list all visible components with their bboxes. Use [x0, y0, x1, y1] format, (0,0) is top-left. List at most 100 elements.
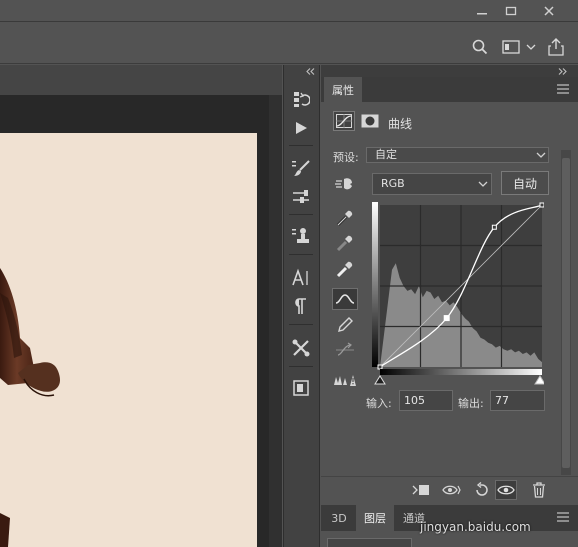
clip-to-layer-icon	[412, 485, 429, 495]
character-button[interactable]	[287, 267, 315, 289]
scrollbar-thumb[interactable]	[562, 158, 570, 468]
output-label: 输出:	[458, 397, 484, 410]
white-point-slider[interactable]	[534, 375, 546, 385]
panel-menu-button[interactable]	[556, 82, 570, 96]
history-button[interactable]	[287, 88, 315, 110]
input-label: 输入:	[366, 397, 392, 410]
hamburger-menu-icon	[557, 512, 569, 522]
paragraph-icon	[295, 298, 306, 314]
curves-adjustment-icon	[336, 114, 352, 128]
maximize-icon	[505, 6, 517, 15]
white-point-eyedropper[interactable]	[332, 258, 358, 280]
workspace-button[interactable]	[500, 37, 522, 57]
document-canvas[interactable]	[0, 133, 257, 547]
on-image-adjust-button[interactable]	[332, 173, 358, 195]
collapse-left-button[interactable]	[305, 66, 317, 76]
delete-icon	[533, 482, 545, 498]
curve-point-tool-icon	[335, 294, 355, 304]
preset-label: 预设:	[333, 151, 359, 164]
tools-button[interactable]	[287, 337, 315, 359]
view-previous-icon	[442, 485, 461, 495]
channel-dropdown[interactable]: RGB	[372, 173, 492, 195]
curve-control-point[interactable]	[491, 224, 497, 230]
delete-button[interactable]	[528, 480, 550, 500]
share-icon	[548, 38, 564, 56]
curves-graph[interactable]	[372, 202, 546, 388]
reset-icon	[476, 482, 488, 496]
clipping-warning-button[interactable]	[332, 369, 358, 391]
canvas-image	[0, 268, 60, 547]
workspace-icon	[502, 40, 520, 54]
close-button[interactable]	[534, 0, 564, 21]
options-bar	[0, 22, 578, 64]
input-gradient-bar	[380, 369, 542, 375]
divider	[289, 324, 313, 325]
close-icon	[544, 5, 554, 16]
auto-button[interactable]: 自动	[501, 171, 549, 195]
gray-point-eyedropper-icon	[336, 235, 353, 252]
curve-control-point[interactable]	[377, 364, 383, 370]
clip-to-layer-button[interactable]	[410, 480, 432, 500]
tool-presets-icon	[293, 190, 309, 203]
tool-presets-button[interactable]	[287, 187, 315, 209]
tools-icon	[292, 339, 310, 357]
curves-graph-canvas[interactable]	[372, 202, 546, 388]
maximize-button[interactable]	[497, 0, 525, 21]
divider	[289, 254, 313, 255]
reset-button[interactable]	[471, 480, 493, 500]
actions-play-button[interactable]	[287, 117, 315, 139]
tab-properties[interactable]: 属性	[324, 77, 362, 102]
smooth-curve-icon	[336, 342, 354, 356]
curve-control-point[interactable]	[443, 315, 450, 322]
view-previous-button[interactable]	[441, 480, 463, 500]
minimize-icon	[477, 12, 487, 14]
paragraph-button[interactable]	[287, 295, 315, 317]
chevron-down-icon	[478, 181, 488, 187]
visibility-eye-icon	[497, 485, 515, 495]
panel-top-strip	[321, 65, 578, 77]
history-icon	[294, 92, 310, 107]
clone-source-icon	[292, 228, 309, 243]
pencil-draw-tool[interactable]	[332, 314, 358, 336]
divider	[289, 366, 313, 367]
on-image-adjust-icon	[335, 178, 352, 190]
input-field[interactable]: 105	[399, 390, 453, 411]
curve-point-tool[interactable]	[332, 288, 358, 310]
preset-dropdown-chevron[interactable]	[534, 147, 548, 163]
clone-source-button[interactable]	[287, 225, 315, 247]
workspace-dropdown[interactable]	[525, 40, 537, 54]
visibility-toggle[interactable]	[495, 480, 517, 500]
chevron-down-icon	[526, 44, 536, 50]
clipping-warning-icon	[334, 375, 356, 386]
vertical-scrollbar[interactable]	[269, 95, 282, 547]
character-icon	[292, 268, 308, 286]
adjustment-layer-button[interactable]	[333, 111, 355, 131]
layers-menu-button[interactable]	[556, 510, 570, 524]
output-field[interactable]: 77	[490, 390, 545, 411]
play-actions-icon	[296, 122, 307, 134]
curve-control-point[interactable]	[539, 202, 545, 208]
gray-point-eyedropper[interactable]	[332, 232, 358, 254]
chevron-down-icon	[536, 152, 546, 158]
collapse-right-button[interactable]	[557, 66, 569, 76]
search-button[interactable]	[470, 37, 490, 57]
channel-value: RGB	[381, 177, 405, 190]
document-tab-strip[interactable]	[0, 65, 282, 95]
tab-layers[interactable]: 图层	[356, 505, 394, 531]
share-button[interactable]	[545, 37, 567, 57]
preset-dropdown[interactable]: 自定	[366, 147, 549, 163]
black-point-eyedropper[interactable]	[332, 207, 358, 229]
tab-3d[interactable]: 3D	[324, 505, 354, 531]
minimize-button[interactable]	[468, 0, 496, 21]
panel-title: 曲线	[388, 117, 413, 131]
layer-filter-field[interactable]	[327, 538, 412, 547]
search-icon	[472, 39, 488, 55]
brush-presets-button[interactable]	[287, 157, 315, 179]
libraries-button[interactable]	[287, 377, 315, 399]
watermark: jingyan.baidu.com	[420, 520, 531, 534]
black-point-eyedropper-icon	[336, 210, 353, 227]
black-point-slider[interactable]	[374, 375, 386, 385]
smooth-curve-button[interactable]	[332, 339, 358, 361]
divider	[289, 214, 313, 215]
layer-mask-button[interactable]	[359, 112, 381, 130]
